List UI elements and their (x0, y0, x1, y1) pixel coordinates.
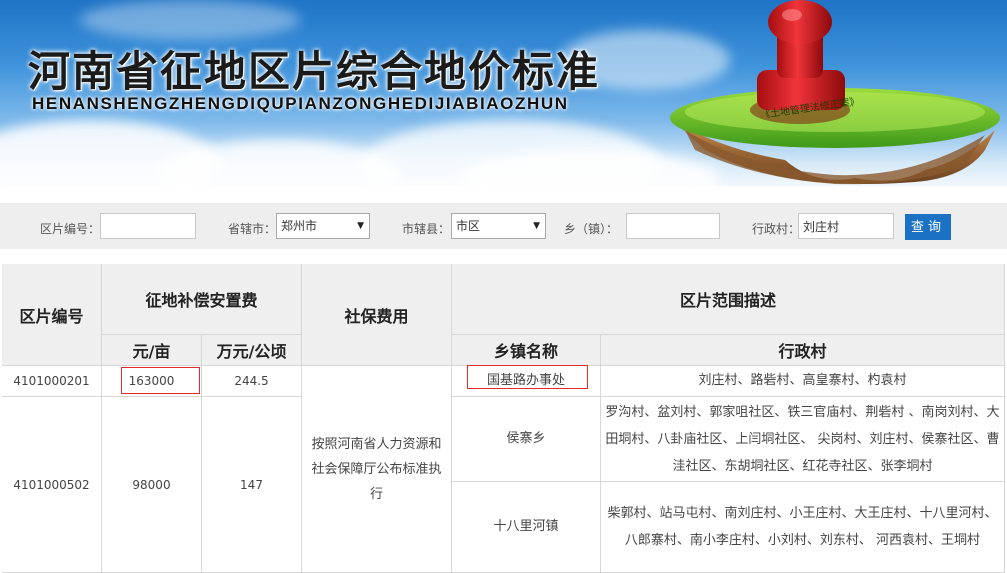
header-compensation: 征地补偿安置费 (102, 264, 302, 335)
table-row-1-zone-code: 4101000201 (2, 366, 102, 397)
village-label: 行政村： (752, 222, 801, 236)
header-social-security: 社保费用 (302, 264, 452, 366)
table-row-2-villages-2: 柴郭村、站马屯村、南刘庄村、小王庄村、大王庄村、十八里河村、八郎寨村、南小李庄村… (601, 482, 1005, 573)
zone-code-label: 区片编号： (40, 222, 101, 236)
table-row-2-villages-1: 罗沟村、盆刘村、郭家咀社区、铁三官庙村、荆砦村 、南岗刘村、大田垌村、八卦庙社区… (601, 397, 1005, 482)
table-row-2-township-1: 侯寨乡 (452, 397, 601, 482)
county-label: 市辖县： (402, 222, 451, 236)
table-row-1-villages: 刘庄村、路砦村、高皇寨村、杓袁村 (601, 366, 1005, 397)
header-range: 区片范围描述 (452, 264, 1005, 335)
header-zone-code: 区片编号 (2, 264, 102, 366)
highlight-price-box (121, 367, 200, 394)
social-security-note: 按照河南省人力资源和社会保障厅公布标准执行 (302, 366, 452, 573)
county-select-value: 市区 (456, 219, 481, 233)
county-select[interactable]: 市区 ▼ (451, 213, 546, 239)
header-wan-per-ha: 万元/公顷 (202, 335, 302, 366)
table-row-2-township-2: 十八里河镇 (452, 482, 601, 573)
header-township: 乡镇名称 (452, 335, 601, 366)
land-price-table: 区片编号 征地补偿安置费 社保费用 区片范围描述 元/亩 万元/公顷 乡镇名称 … (2, 264, 1005, 573)
table-row-1-wan-per-ha: 244.5 (202, 366, 302, 397)
city-select[interactable]: 郑州市 ▼ (276, 213, 370, 239)
zone-code-input[interactable] (100, 213, 196, 239)
page-title: 河南省征地区片综合地价标准 (28, 47, 601, 96)
table-row-2-zone-code: 4101000502 (2, 397, 102, 573)
highlight-township-box (467, 365, 588, 389)
page-subtitle-pinyin: HENANSHENGZHENGDIQUPIANZONGHEDIJIABIAOZH… (32, 94, 569, 113)
city-label: 省辖市： (228, 222, 277, 236)
header-banner: 河南省征地区片综合地价标准 HENANSHENGZHENGDIQUPIANZON… (0, 0, 1007, 186)
header-village: 行政村 (601, 335, 1005, 366)
chevron-down-icon: ▼ (533, 221, 540, 231)
city-select-value: 郑州市 (281, 219, 318, 233)
chevron-down-icon: ▼ (357, 221, 364, 231)
table-row-2-yuan-per-mu: 98000 (102, 397, 202, 573)
query-button[interactable]: 查询 (905, 214, 951, 240)
search-bar: 区片编号： 省辖市： 郑州市 ▼ 市辖县： 市区 ▼ 乡（镇）： 行政村： (0, 203, 1007, 249)
header-yuan-per-mu: 元/亩 (102, 335, 202, 366)
township-input[interactable] (626, 213, 720, 239)
village-input[interactable] (798, 213, 894, 239)
land-seal-illustration: 《土地管理法修正案》 (670, 0, 1000, 185)
table-row-2-wan-per-ha: 147 (202, 397, 302, 573)
township-label: 乡（镇）： (564, 222, 619, 236)
